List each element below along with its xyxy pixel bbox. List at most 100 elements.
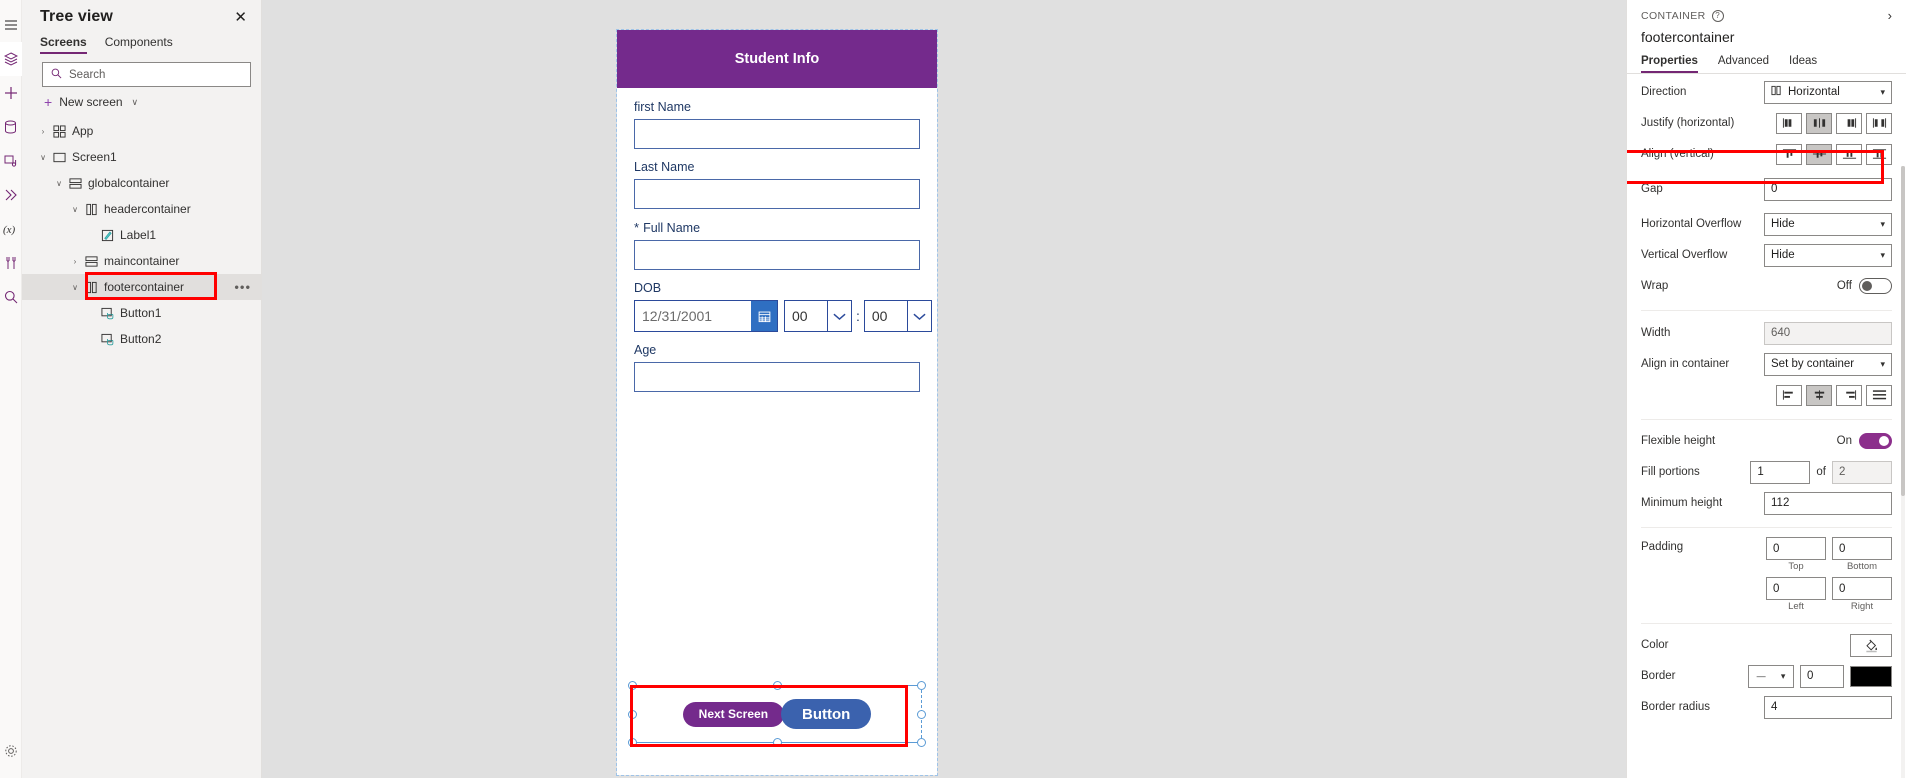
align-container-start-button[interactable] <box>1776 384 1802 406</box>
minimum-height-input[interactable]: 112 <box>1764 491 1892 515</box>
border-radius-input[interactable]: 4 <box>1764 695 1892 719</box>
tree-node-screen1[interactable]: ∨ Screen1 <box>22 144 261 170</box>
flexible-height-toggle[interactable] <box>1859 433 1892 449</box>
chevron-down-icon[interactable]: ▾ <box>1880 359 1885 370</box>
resize-handle-top-left[interactable] <box>628 681 637 690</box>
tree-node-footercontainer[interactable]: ∨ footercontainer ••• <box>22 274 261 300</box>
scrollbar-thumb[interactable] <box>1901 166 1905 496</box>
vertical-overflow-select[interactable]: Hide ▾ <box>1764 243 1892 267</box>
calendar-icon[interactable] <box>751 301 777 331</box>
question-icon[interactable]: ? <box>1711 9 1724 22</box>
resize-handle-top-center[interactable] <box>772 681 782 690</box>
align-top-button[interactable] <box>1776 143 1802 165</box>
app-canvas[interactable]: Student Info first Name Last Name * Full… <box>262 0 1626 778</box>
padding-bottom-input[interactable]: 0 <box>1832 537 1892 560</box>
chevron-down-icon[interactable]: ∨ <box>36 153 50 162</box>
hour-dropdown[interactable]: 00 <box>784 300 852 332</box>
align-in-container-select[interactable]: Set by container ▾ <box>1764 352 1892 376</box>
tree-node-maincontainer[interactable]: › maincontainer <box>22 248 261 274</box>
tree-view-icon[interactable] <box>0 42 22 76</box>
minute-dropdown[interactable]: 00 <box>863 300 932 332</box>
media-icon[interactable] <box>0 144 22 178</box>
chevron-down-icon[interactable]: ▾ <box>1880 219 1885 230</box>
fill-bucket-icon[interactable] <box>1850 633 1892 657</box>
last-name-input[interactable] <box>634 179 920 209</box>
chevron-down-icon[interactable]: ▾ <box>1781 671 1786 682</box>
align-center-button[interactable] <box>1806 143 1832 165</box>
tab-screens[interactable]: Screens <box>40 35 87 54</box>
padding-left-input[interactable]: 0 <box>1766 577 1826 600</box>
header-container[interactable]: Student Info <box>617 30 937 88</box>
power-automate-icon[interactable] <box>0 178 22 212</box>
tab-ideas[interactable]: Ideas <box>1789 55 1817 73</box>
variables-icon[interactable]: (x) <box>0 212 22 246</box>
full-name-input[interactable] <box>634 240 920 270</box>
chevron-down-icon[interactable] <box>827 301 851 331</box>
border-width-input[interactable]: 0 <box>1800 664 1844 688</box>
search-input[interactable]: Search <box>42 62 251 87</box>
resize-handle-top-right[interactable] <box>917 681 926 690</box>
align-bottom-button[interactable] <box>1836 143 1862 165</box>
chevron-right-icon[interactable]: › <box>36 127 50 136</box>
insert-icon[interactable] <box>0 76 22 110</box>
tree-node-headercontainer[interactable]: ∨ headercontainer <box>22 196 261 222</box>
tab-properties[interactable]: Properties <box>1641 55 1698 73</box>
fill-portions-total-input[interactable]: 2 <box>1832 460 1892 484</box>
footer-container-selection[interactable]: Next Screen Button <box>628 681 926 747</box>
border-color-swatch[interactable] <box>1850 665 1892 687</box>
chevron-right-icon[interactable]: › <box>68 257 82 266</box>
tab-advanced[interactable]: Advanced <box>1718 55 1769 73</box>
date-picker[interactable]: 12/31/2001 <box>634 300 778 332</box>
chevron-down-icon[interactable]: ∨ <box>68 283 82 292</box>
chevron-right-icon[interactable]: › <box>1888 8 1892 23</box>
justify-center-button[interactable] <box>1806 112 1832 134</box>
chevron-down-icon[interactable]: ∨ <box>52 179 66 188</box>
chevron-down-icon[interactable]: ∨ <box>68 205 82 214</box>
data-icon[interactable] <box>0 110 22 144</box>
tree-node-button2[interactable]: Button2 <box>22 326 261 352</box>
border-style-select[interactable]: — ▾ <box>1748 664 1794 688</box>
resize-handle-bottom-left[interactable] <box>628 738 637 747</box>
tree-node-app[interactable]: › App <box>22 118 261 144</box>
new-screen-button[interactable]: + New screen ∨ <box>22 87 261 118</box>
justify-end-button[interactable] <box>1836 112 1862 134</box>
button2-button[interactable]: Button <box>781 699 872 729</box>
align-container-center-button[interactable] <box>1806 384 1832 406</box>
first-name-input[interactable] <box>634 119 920 149</box>
close-icon[interactable]: ✕ <box>232 8 249 27</box>
advanced-tools-icon[interactable] <box>0 246 22 280</box>
align-container-stretch-button[interactable] <box>1866 384 1892 406</box>
horizontal-overflow-select[interactable]: Hide ▾ <box>1764 212 1892 236</box>
settings-gear-icon[interactable] <box>0 734 22 768</box>
chevron-down-icon[interactable]: ∨ <box>132 97 139 108</box>
tree-node-label1[interactable]: Label1 <box>22 222 261 248</box>
resize-handle-bottom-right[interactable] <box>917 738 926 747</box>
justify-start-button[interactable] <box>1776 112 1802 134</box>
fill-portions-input[interactable]: 1 <box>1750 460 1811 484</box>
padding-right-input[interactable]: 0 <box>1832 577 1892 600</box>
tree-node-more-icon[interactable]: ••• <box>234 280 251 295</box>
resize-handle-middle-right[interactable] <box>917 709 926 719</box>
resize-handle-middle-left[interactable] <box>628 709 637 719</box>
align-container-end-button[interactable] <box>1836 384 1862 406</box>
chevron-down-icon[interactable]: ▾ <box>1880 250 1885 261</box>
hamburger-menu-icon[interactable] <box>0 8 22 42</box>
align-stretch-button[interactable] <box>1866 143 1892 165</box>
search-icon[interactable] <box>0 280 22 314</box>
resize-handle-bottom-center[interactable] <box>772 738 782 747</box>
chevron-down-icon[interactable]: ▾ <box>1880 87 1885 98</box>
date-value[interactable]: 12/31/2001 <box>635 301 751 331</box>
justify-space-between-button[interactable] <box>1866 112 1892 134</box>
wrap-toggle[interactable] <box>1859 278 1892 294</box>
direction-select[interactable]: Horizontal ▾ <box>1764 80 1892 104</box>
tree-node-button1[interactable]: Button1 <box>22 300 261 326</box>
gap-input[interactable]: 0 <box>1764 177 1892 201</box>
row-minimum-height: Minimum height 112 <box>1641 490 1892 516</box>
age-input[interactable] <box>634 362 920 392</box>
tree-node-globalcontainer[interactable]: ∨ globalcontainer <box>22 170 261 196</box>
chevron-down-icon[interactable] <box>906 301 931 331</box>
width-input[interactable]: 640 <box>1764 321 1892 345</box>
next-screen-button[interactable]: Next Screen <box>682 701 785 727</box>
padding-top-input[interactable]: 0 <box>1766 537 1826 560</box>
tab-components[interactable]: Components <box>105 35 173 54</box>
